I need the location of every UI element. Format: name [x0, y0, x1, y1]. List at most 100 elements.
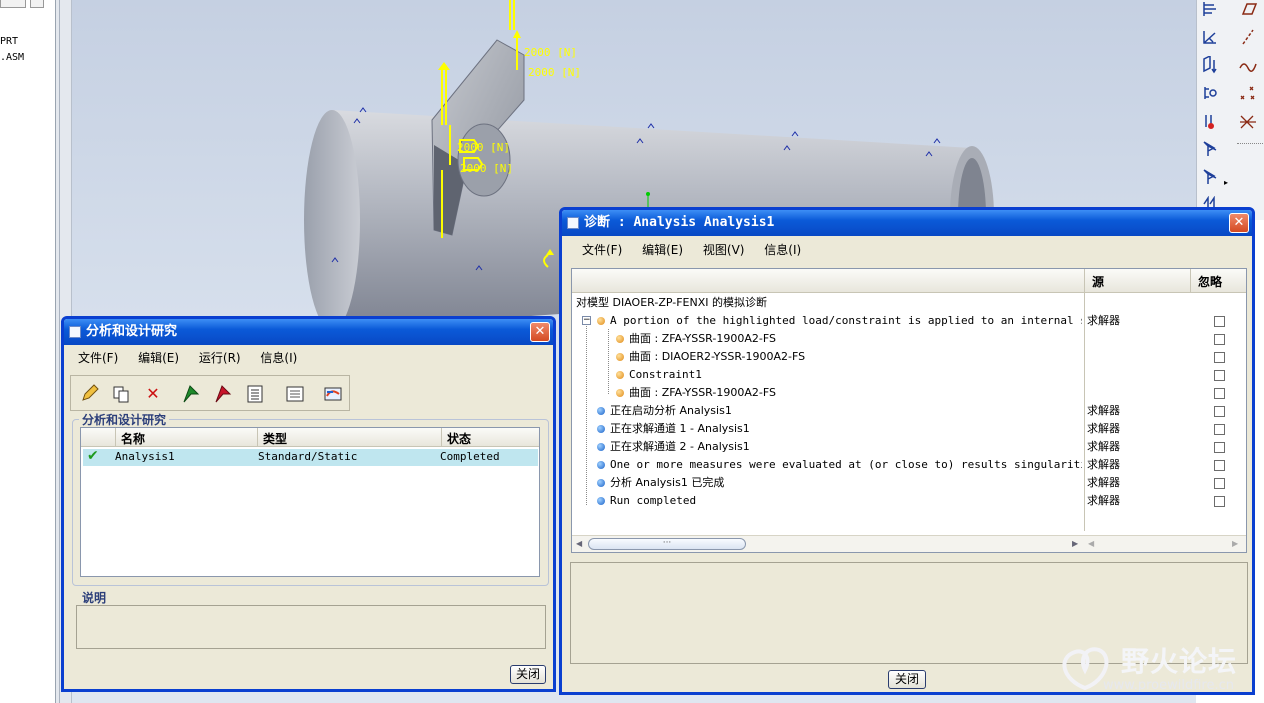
stop-flag-icon[interactable]: [213, 384, 233, 404]
pattern-icon[interactable]: [1199, 140, 1221, 162]
diag-row[interactable]: 正在求解通道 1 - Analysis1 求解器: [572, 420, 1246, 438]
model-tree-item-prt[interactable]: PRT: [0, 36, 18, 47]
warning-bullet-icon: [616, 389, 624, 397]
ignore-checkbox[interactable]: [1214, 478, 1225, 489]
studies-group-label: 分析和设计研究: [79, 411, 170, 428]
diag-row[interactable]: Constraint1: [572, 366, 1246, 384]
column-type-header[interactable]: 类型: [263, 430, 287, 447]
column-state-header[interactable]: 状态: [447, 430, 471, 447]
site-watermark: 野火论坛 www.proewildfire.cn: [1055, 640, 1260, 698]
delete-icon[interactable]: ✕: [143, 384, 163, 404]
diagnostics-close-button[interactable]: 关闭: [888, 670, 926, 689]
studies-list-header: 名称 类型 状态: [81, 428, 539, 447]
datum-axis-icon[interactable]: [1199, 28, 1221, 50]
menu-file[interactable]: 文件(F): [78, 351, 118, 365]
diag-row[interactable]: 曲面 : ZFA-YSSR-1900A2-FS: [572, 330, 1246, 348]
point-cloud-icon[interactable]: [1237, 84, 1259, 106]
ignore-checkbox[interactable]: [1214, 496, 1225, 507]
warning-bullet-icon: [616, 335, 624, 343]
warning-bullet-icon: [616, 353, 624, 361]
info-bullet-icon: [597, 461, 605, 469]
diag-row[interactable]: − A portion of the highlighted load/cons…: [572, 312, 1246, 330]
diagnostics-dialog-close-icon[interactable]: ✕: [1229, 213, 1249, 233]
warning-bullet-icon: [597, 317, 605, 325]
flyout-arrow-icon[interactable]: ▸: [1221, 172, 1231, 194]
info-bullet-icon: [597, 497, 605, 505]
horizontal-scrollbar[interactable]: ◀ ··· ▶ ◀ ▶: [572, 535, 1246, 552]
scroll-left-icon-2[interactable]: ◀: [1088, 539, 1094, 548]
ignore-checkbox[interactable]: [1214, 460, 1225, 471]
model-tree-item-asm[interactable]: .ASM: [0, 52, 24, 63]
watermark-text: 野火论坛: [1121, 645, 1238, 678]
edit-pencil-icon[interactable]: [79, 384, 99, 404]
coordinate-system-icon[interactable]: [1199, 54, 1221, 78]
diag-row[interactable]: 正在启动分析 Analysis1 求解器: [572, 402, 1246, 420]
diagnostics-tree: 源 忽略 对模型 DIAOER-ZP-FENXI 的模拟诊断 − A porti…: [571, 268, 1247, 553]
column-source-header[interactable]: 源: [1092, 273, 1104, 290]
diag-row[interactable]: 分析 Analysis1 已完成 求解器: [572, 474, 1246, 492]
status-list-icon[interactable]: [245, 384, 265, 404]
info-bullet-icon: [597, 479, 605, 487]
ignore-checkbox[interactable]: [1214, 316, 1225, 327]
diag-row[interactable]: One or more measures were evaluated at (…: [572, 456, 1246, 474]
watermark-url: www.proewildfire.cn: [1103, 678, 1234, 693]
diagnostics-dialog: 诊断 : Analysis Analysis1 ✕ 文件(F) 编辑(E) 视图…: [559, 207, 1255, 695]
menu-file[interactable]: 文件(F): [582, 243, 622, 257]
ignore-checkbox[interactable]: [1214, 352, 1225, 363]
collapse-icon[interactable]: −: [582, 316, 591, 325]
analysis-dialog-close-icon[interactable]: ✕: [530, 322, 550, 342]
window-icon: [567, 217, 579, 229]
ignore-checkbox[interactable]: [1214, 334, 1225, 345]
copy-icon[interactable]: [111, 384, 131, 404]
menu-run[interactable]: 运行(R): [199, 351, 241, 365]
start-flag-icon[interactable]: [181, 384, 201, 404]
datum-plane-icon[interactable]: [1199, 0, 1221, 22]
menu-info[interactable]: 信息(I): [764, 243, 801, 257]
report-icon[interactable]: [285, 384, 305, 404]
intersect-curve-icon[interactable]: [1237, 112, 1259, 134]
warning-bullet-icon: [616, 371, 624, 379]
diagnostics-dialog-titlebar[interactable]: 诊断 : Analysis Analysis1 ✕: [562, 210, 1252, 236]
ignore-checkbox[interactable]: [1214, 388, 1225, 399]
scroll-thumb[interactable]: ···: [588, 538, 746, 550]
diag-row[interactable]: 正在求解通道 2 - Analysis1 求解器: [572, 438, 1246, 456]
menu-edit[interactable]: 编辑(E): [138, 351, 179, 365]
thermometer-icon[interactable]: [1199, 112, 1221, 134]
menu-view[interactable]: 视图(V): [703, 243, 745, 257]
table-row[interactable]: ✔ Analysis1 Standard/Static Completed: [83, 448, 538, 466]
diagnostics-header: 源 忽略: [572, 269, 1246, 293]
diagnostics-dialog-title: 诊断 : Analysis Analysis1: [584, 215, 775, 230]
menu-info[interactable]: 信息(I): [260, 351, 297, 365]
diag-row[interactable]: Run completed 求解器: [572, 492, 1246, 510]
diag-row[interactable]: 曲面 : ZFA-YSSR-1900A2-FS: [572, 384, 1246, 402]
scroll-right-icon-2[interactable]: ▶: [1232, 539, 1238, 548]
datum-curve-icon[interactable]: [1237, 28, 1259, 50]
analysis-dialog-titlebar[interactable]: 分析和设计研究 ✕: [64, 319, 553, 345]
results-icon[interactable]: [323, 384, 343, 404]
study-name: Analysis1: [115, 450, 175, 463]
ignore-checkbox[interactable]: [1214, 424, 1225, 435]
diagnostics-root[interactable]: 对模型 DIAOER-ZP-FENXI 的模拟诊断: [576, 294, 1250, 312]
window-icon: [69, 326, 81, 338]
material-icon[interactable]: [1199, 168, 1221, 190]
force-label-4: 2000 [N]: [460, 162, 513, 175]
column-name-header[interactable]: 名称: [121, 430, 145, 447]
force-label-2: 2000 [N]: [528, 66, 581, 79]
ignore-checkbox[interactable]: [1214, 370, 1225, 381]
diag-row[interactable]: 曲面 : DIAOER2-YSSR-1900A2-FS: [572, 348, 1246, 366]
sketch-plane-icon[interactable]: [1237, 0, 1259, 22]
datum-point-icon[interactable]: [1199, 84, 1221, 106]
description-field[interactable]: [76, 605, 546, 649]
column-ignore-header[interactable]: 忽略: [1198, 273, 1222, 290]
scroll-left-icon[interactable]: ◀: [576, 539, 582, 548]
analysis-close-button[interactable]: 关闭: [510, 665, 546, 684]
model-tree-panel: PRT .ASM: [0, 0, 56, 703]
force-label-3: 2000 [N]: [457, 141, 510, 154]
tree-toolbar-button[interactable]: [0, 0, 26, 8]
ignore-checkbox[interactable]: [1214, 406, 1225, 417]
menu-edit[interactable]: 编辑(E): [642, 243, 683, 257]
tree-toolbar-button-2[interactable]: [30, 0, 44, 8]
scroll-right-icon[interactable]: ▶: [1072, 539, 1078, 548]
spline-curve-icon[interactable]: [1237, 56, 1259, 78]
ignore-checkbox[interactable]: [1214, 442, 1225, 453]
